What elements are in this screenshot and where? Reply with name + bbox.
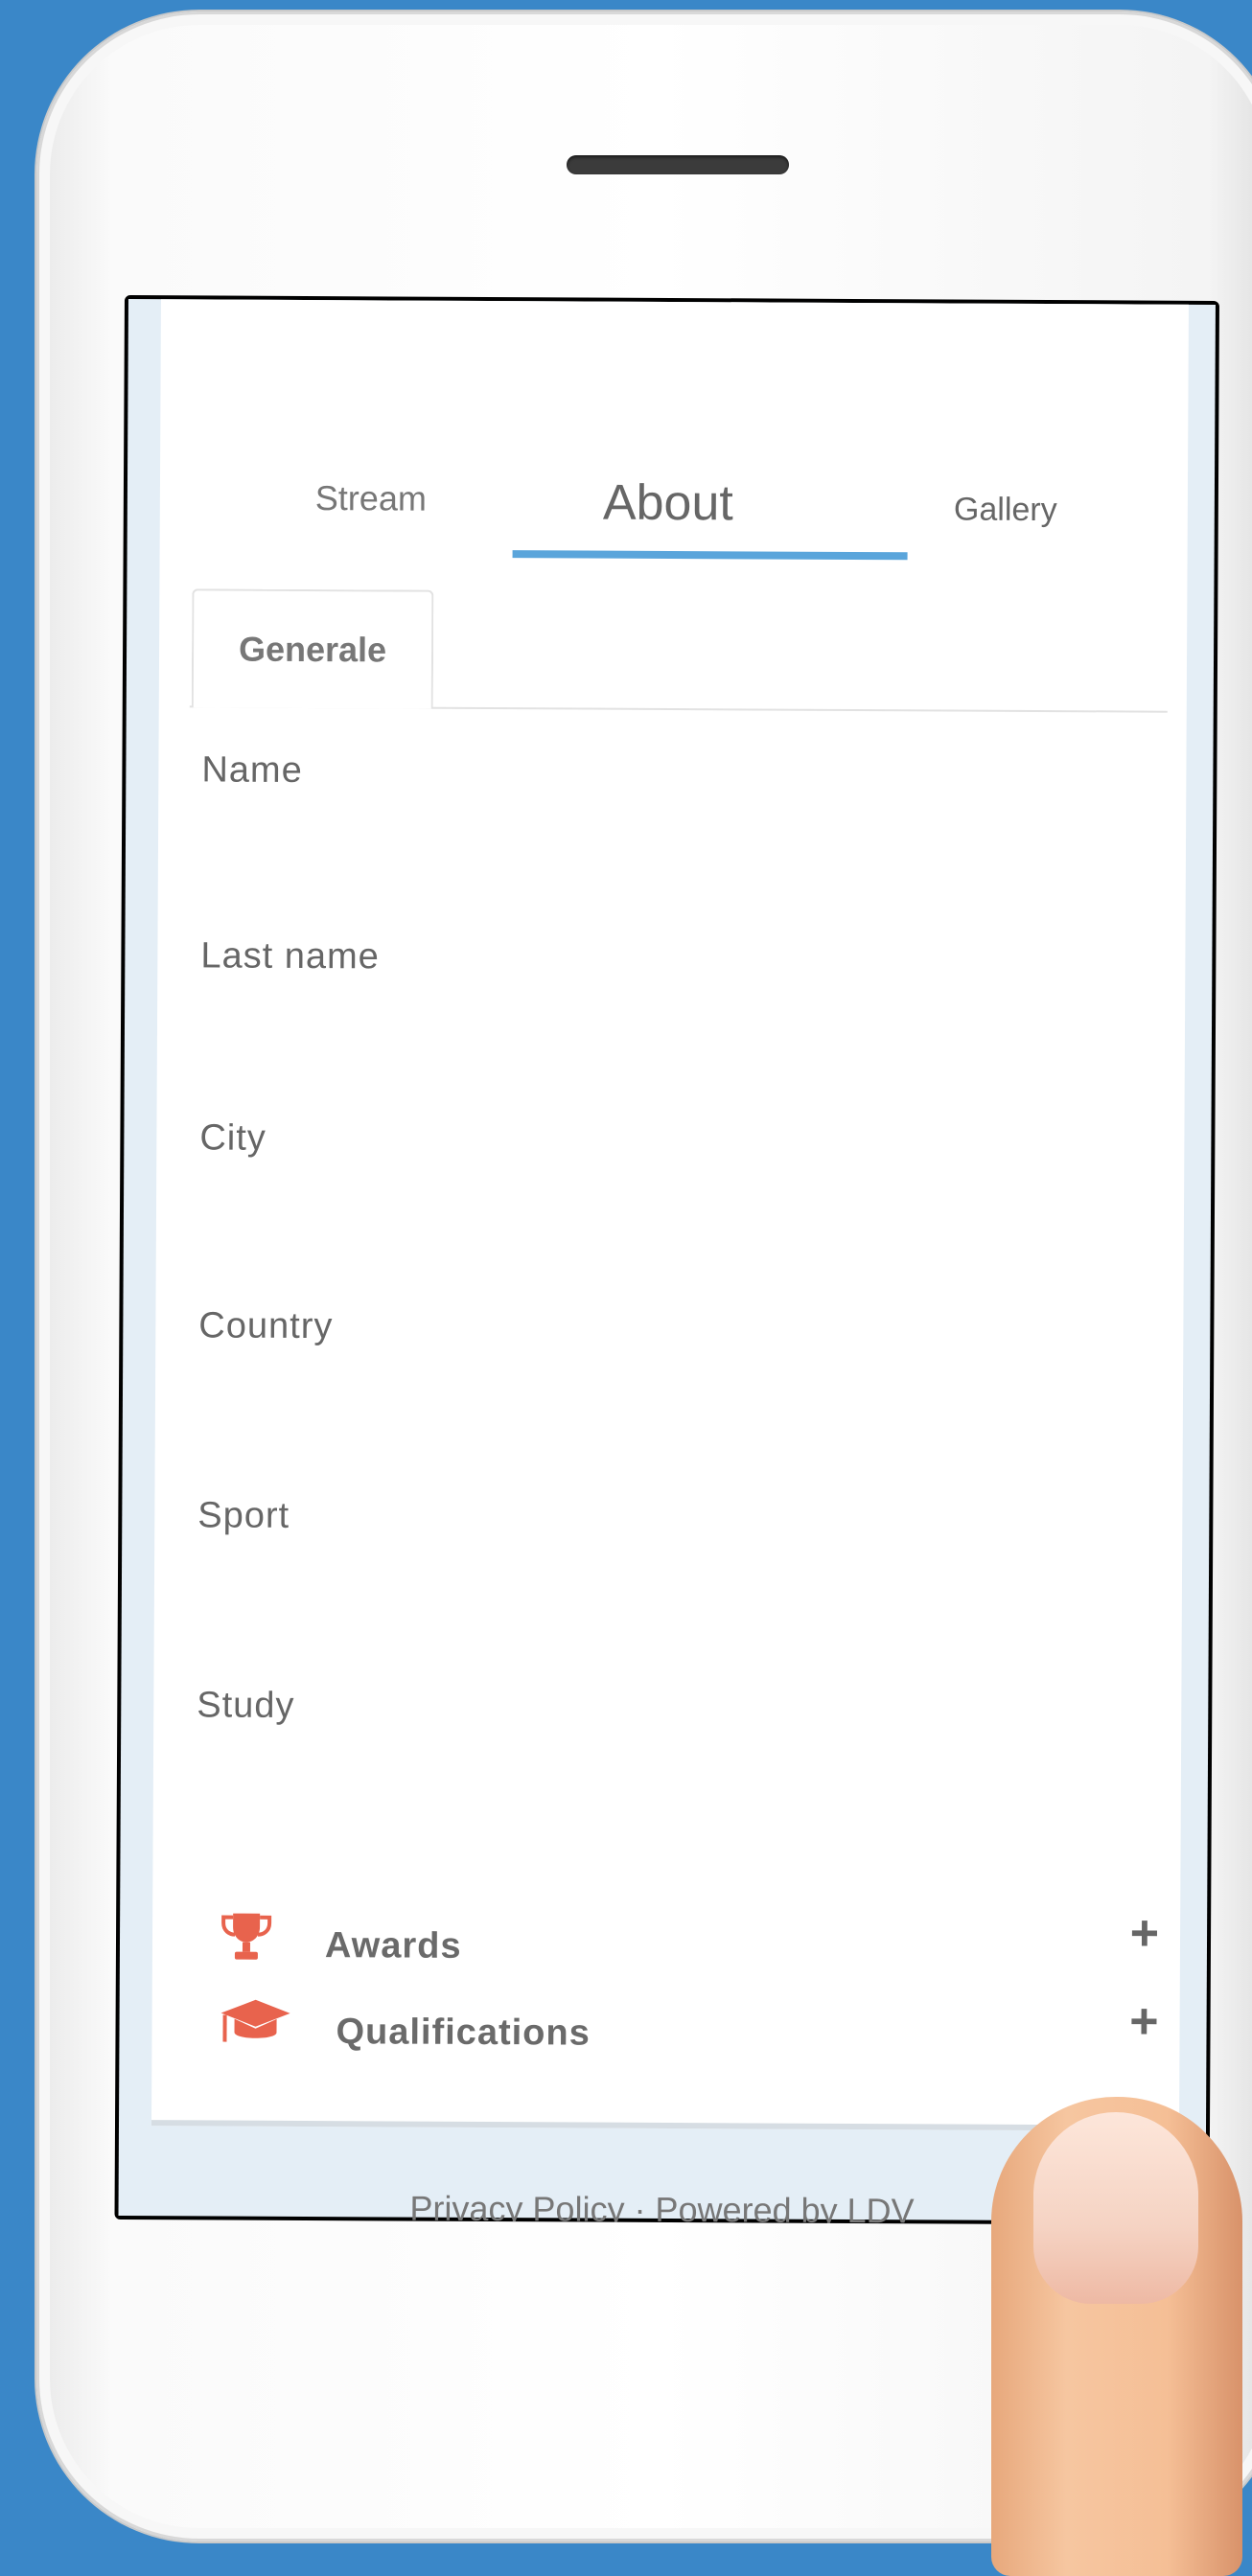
tab-stream[interactable]: Stream <box>304 478 438 519</box>
section-qualifications[interactable]: Qualifications + <box>219 1998 1168 2080</box>
phone-frame: Stream About Gallery Generale Name Last … <box>36 12 1252 2542</box>
section-awards[interactable]: Awards + <box>220 1910 1169 1991</box>
add-qualifications-button[interactable]: + <box>1129 1993 1159 2051</box>
profile-card: Stream About Gallery Generale Name Last … <box>151 299 1189 2131</box>
fingernail <box>1033 2112 1198 2304</box>
app-viewport: Stream About Gallery Generale Name Last … <box>119 299 1216 2221</box>
field-study-label: Study <box>197 1685 294 1727</box>
field-city-label: City <box>199 1117 267 1159</box>
graduation-cap-icon <box>219 1998 291 2057</box>
add-awards-button[interactable]: + <box>1130 1905 1160 1963</box>
field-name-label: Name <box>201 749 303 792</box>
phone-speaker <box>567 155 789 174</box>
section-awards-title: Awards <box>325 1925 462 1967</box>
section-qualifications-title: Qualifications <box>336 2012 591 2054</box>
field-country-label: Country <box>198 1305 333 1347</box>
tab-about[interactable]: About <box>524 473 812 533</box>
phone-screen: Stream About Gallery Generale Name Last … <box>114 295 1218 2225</box>
field-last-name-label: Last name <box>200 935 380 978</box>
active-tab-indicator <box>513 550 908 560</box>
field-sport-label: Sport <box>197 1495 290 1537</box>
subtab-generale[interactable]: Generale <box>192 588 434 708</box>
trophy-icon <box>220 1910 273 1968</box>
finger-image <box>991 2097 1242 2576</box>
tab-gallery[interactable]: Gallery <box>939 491 1073 529</box>
